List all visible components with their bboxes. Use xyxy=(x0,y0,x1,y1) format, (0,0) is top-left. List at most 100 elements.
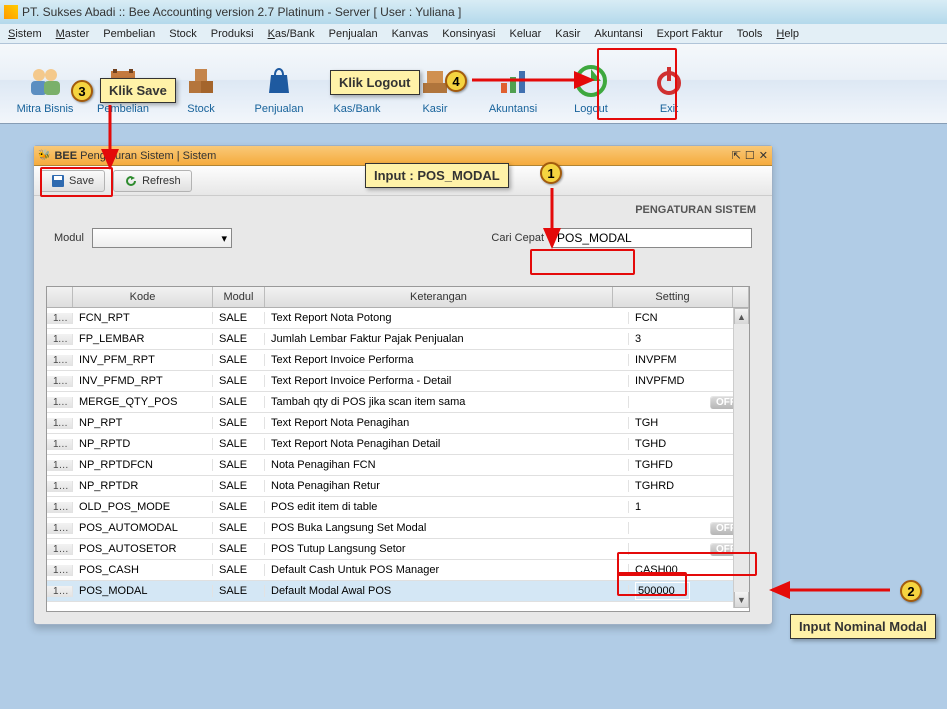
menu-pembelian[interactable]: Pembelian xyxy=(103,28,155,40)
tool-penjualan[interactable]: Penjualan xyxy=(240,46,318,121)
table-row[interactable]: 113FCN_RPTSALEText Report Nota PotongFCN xyxy=(47,308,749,329)
cell-setting[interactable]: 3 xyxy=(629,333,749,345)
cell-setting[interactable]: 1 xyxy=(629,501,749,513)
cell-setting[interactable]: INVPFMD xyxy=(629,375,749,387)
setting-value: FCN xyxy=(635,312,658,324)
cell-setting[interactable]: FCN xyxy=(629,312,749,324)
badge-3: 3 xyxy=(71,80,93,102)
cell-kode: FP_LEMBAR xyxy=(73,333,213,345)
cell-setting[interactable]: TGHRD xyxy=(629,480,749,492)
cell-modul: SALE xyxy=(213,333,265,345)
menu-help[interactable]: Help xyxy=(776,28,799,40)
section-title: PENGATURAN SISTEM xyxy=(34,196,772,220)
window-close-icon[interactable]: ✕ xyxy=(759,149,768,162)
menu-kasbank[interactable]: Kas/Bank xyxy=(268,28,315,40)
anno-cash-box xyxy=(617,552,757,576)
cell-modul: SALE xyxy=(213,396,265,408)
menu-bar: Sistem Master Pembelian Stock Produksi K… xyxy=(0,24,947,44)
menu-tools[interactable]: Tools xyxy=(737,28,763,40)
menu-produksi[interactable]: Produksi xyxy=(211,28,254,40)
cell-keterangan: Nota Penagihan FCN xyxy=(265,459,629,471)
col-keterangan[interactable]: Keterangan xyxy=(265,287,613,307)
cell-keterangan: POS Tutup Langsung Setor xyxy=(265,543,629,555)
cell-keterangan: Text Report Invoice Performa xyxy=(265,354,629,366)
table-row[interactable]: 114FP_LEMBARSALEJumlah Lembar Faktur Paj… xyxy=(47,329,749,350)
cell-kode: NP_RPTDR xyxy=(73,480,213,492)
table-row[interactable]: 119NP_RPTDSALEText Report Nota Penagihan… xyxy=(47,434,749,455)
tool-label: Akuntansi xyxy=(489,103,537,115)
cell-modul: SALE xyxy=(213,480,265,492)
col-kode[interactable]: Kode xyxy=(73,287,213,307)
table-row[interactable]: 117MERGE_QTY_POSSALETambah qty di POS ji… xyxy=(47,392,749,413)
menu-kasir[interactable]: Kasir xyxy=(555,28,580,40)
cell-keterangan: Nota Penagihan Retur xyxy=(265,480,629,492)
setting-value: 3 xyxy=(635,333,641,345)
menu-keluar[interactable]: Keluar xyxy=(510,28,542,40)
cell-kode: POS_AUTOMODAL xyxy=(73,522,213,534)
table-row[interactable]: 122OLD_POS_MODESALEPOS edit item di tabl… xyxy=(47,497,749,518)
row-number: 118 xyxy=(47,418,73,429)
col-index xyxy=(47,287,73,307)
cell-keterangan: Text Report Nota Penagihan Detail xyxy=(265,438,629,450)
table-row[interactable]: 116INV_PFMD_RPTSALEText Report Invoice P… xyxy=(47,371,749,392)
menu-konsinyasi[interactable]: Konsinyasi xyxy=(442,28,495,40)
cari-label: Cari Cepat xyxy=(491,232,544,244)
table-row[interactable]: 115INV_PFM_RPTSALEText Report Invoice Pe… xyxy=(47,350,749,371)
window-maximize-icon[interactable]: ☐ xyxy=(745,149,755,162)
scroll-down-icon[interactable]: ▼ xyxy=(734,592,749,608)
tool-akuntansi[interactable]: Akuntansi xyxy=(474,46,552,121)
setting-value: 1 xyxy=(635,501,641,513)
cell-kode: NP_RPTDFCN xyxy=(73,459,213,471)
cell-setting[interactable]: OFF xyxy=(629,396,749,409)
refresh-button[interactable]: Refresh xyxy=(113,170,192,192)
menu-akuntansi[interactable]: Akuntansi xyxy=(594,28,642,40)
cell-keterangan: Tambah qty di POS jika scan item sama xyxy=(265,396,629,408)
cell-modul: SALE xyxy=(213,585,265,597)
col-modul[interactable]: Modul xyxy=(213,287,265,307)
anno-save-box xyxy=(40,167,113,197)
window-detach-icon[interactable]: ⇱ xyxy=(732,149,741,162)
cell-setting[interactable]: TGHD xyxy=(629,438,749,450)
bag-icon xyxy=(261,63,297,99)
cell-setting[interactable]: TGHFD xyxy=(629,459,749,471)
tool-label: Kas/Bank xyxy=(333,103,380,115)
row-number: 124 xyxy=(47,544,73,555)
bee-small-icon: 🐝 xyxy=(38,150,50,161)
cell-keterangan: Text Report Invoice Performa - Detail xyxy=(265,375,629,387)
menu-master[interactable]: Master xyxy=(56,28,90,40)
chevron-down-icon: ▾ xyxy=(221,232,227,245)
menu-sistem[interactable]: Sistem xyxy=(8,28,42,40)
menu-exportfaktur[interactable]: Export Faktur xyxy=(657,28,723,40)
setting-value: TGHRD xyxy=(635,480,674,492)
bee-icon xyxy=(4,5,18,19)
menu-penjualan[interactable]: Penjualan xyxy=(329,28,378,40)
row-number: 120 xyxy=(47,460,73,471)
row-number: 119 xyxy=(47,439,73,450)
col-setting[interactable]: Setting xyxy=(613,287,733,307)
menu-kanvas[interactable]: Kanvas xyxy=(392,28,429,40)
cell-kode: NP_RPT xyxy=(73,417,213,429)
table-row[interactable]: 118NP_RPTSALEText Report Nota PenagihanT… xyxy=(47,413,749,434)
cell-keterangan: Text Report Nota Penagihan xyxy=(265,417,629,429)
cell-setting[interactable]: TGH xyxy=(629,417,749,429)
cell-kode: POS_CASH xyxy=(73,564,213,576)
scroll-up-icon[interactable]: ▲ xyxy=(734,308,749,324)
modul-select[interactable]: ▾ xyxy=(92,228,232,248)
table-row[interactable]: 121NP_RPTDRSALENota Penagihan ReturTGHRD xyxy=(47,476,749,497)
filter-row: Modul ▾ Cari Cepat xyxy=(34,220,772,258)
row-number: 123 xyxy=(47,523,73,534)
boxes-icon xyxy=(183,63,219,99)
table-row[interactable]: 120NP_RPTDFCNSALENota Penagihan FCNTGHFD xyxy=(47,455,749,476)
tool-label: Penjualan xyxy=(255,103,304,115)
row-number: 116 xyxy=(47,376,73,387)
chart-icon xyxy=(495,63,531,99)
cell-setting[interactable]: OFF xyxy=(629,522,749,535)
callout-klik-logout: Klik Logout xyxy=(330,70,420,95)
row-number: 117 xyxy=(47,397,73,408)
cell-keterangan: Default Modal Awal POS xyxy=(265,585,629,597)
table-row[interactable]: 123POS_AUTOMODALSALEPOS Buka Langsung Se… xyxy=(47,518,749,539)
menu-stock[interactable]: Stock xyxy=(169,28,197,40)
setting-value: INVPFM xyxy=(635,354,677,366)
cell-setting[interactable]: INVPFM xyxy=(629,354,749,366)
cari-cepat-input[interactable] xyxy=(552,228,752,248)
